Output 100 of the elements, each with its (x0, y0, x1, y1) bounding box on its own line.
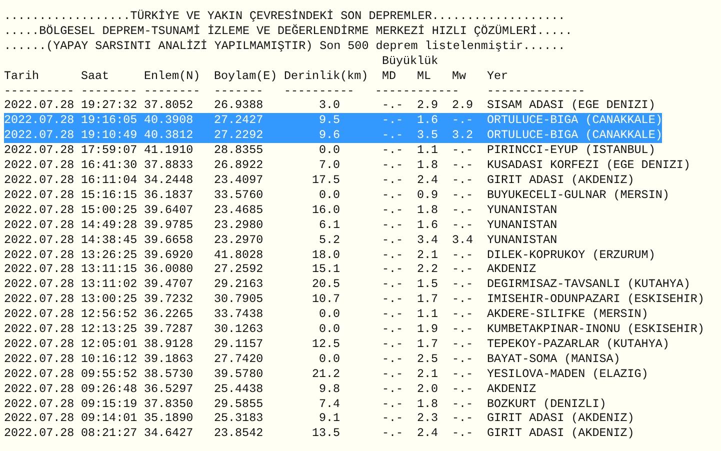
table-cell: 2.9 (452, 98, 473, 114)
table-cell: -.- (382, 366, 403, 382)
table-cell: 25.4438 (214, 382, 263, 397)
table-cell: -.- (382, 262, 403, 278)
table-cell: 36.1837 (144, 188, 193, 203)
table-cell: -.- (452, 426, 473, 442)
table-cell: 37.8833 (144, 158, 193, 173)
table-cell-text: 3.0 (318, 98, 340, 114)
table-cell: 2022.07.28 (4, 292, 74, 308)
table-cell: 28.8355 (214, 143, 263, 158)
table-cell: 23.4097 (214, 172, 263, 188)
table-row[interactable]: 2022.07.28 13:11:02 39.4707 29.2163 20.5 -.- 1.5 -.- DEGIRMISAZ-TAVSANLI (KUTAHYA) (4, 277, 690, 292)
table-cell: 2022.07.28 (4, 202, 74, 218)
table-cell: 1.8 (417, 396, 438, 412)
table-cell: 2022.07.28 (4, 98, 74, 114)
table-row[interactable]: 2022.07.28 12:05:01 38.9128 29.1157 12.5 -.- 1.7 -.- TEPEKOY-PAZARLAR (KUTAHYA) (4, 336, 670, 352)
table-cell: IMISEHIR-ODUNPAZARI (ESKISEHIR) (487, 292, 704, 308)
table-cell: 2022.07.28 (4, 322, 74, 337)
table-cell: -.- (382, 143, 403, 158)
table-row[interactable]: 2022.07.28 19:27:32 37.8052 26.9388 3.0 -.- 2.9 2.9 SISAM ADASI (EGE DENIZI) (4, 98, 656, 114)
table-cell-text: 21.2 (310, 366, 340, 382)
table-row[interactable]: 2022.07.28 08:21:27 34.6427 23.8542 13.5 -.- 2.4 -.- GIRIT ADASI (AKDENIZ) (4, 426, 634, 442)
table-row[interactable]: 2022.07.28 09:55:52 38.5730 39.5780 21.2 -.- 2.1 -.- YESILOVA-MADEN (ELAZIG) (4, 366, 648, 382)
table-row[interactable]: 2022.07.28 13:26:25 39.6920 41.8028 18.0 -.- 2.1 -.- DILEK-KOPRUKOY (ERZURUM) (4, 248, 656, 262)
table-cell-text: 10.7 (310, 292, 340, 308)
table-row[interactable]: 2022.07.28 17:59:07 41.1910 28.8355 0.0 -.- 1.1 -.- PIRINCCI-EYUP (ISTANBUL) (4, 143, 656, 158)
column-header: Tarih (4, 68, 40, 84)
table-row[interactable]: 2022.07.28 13:11:15 36.0080 27.2592 15.1 -.- 2.2 -.- AKDENIZ (4, 262, 536, 278)
table-cell: 09:15:19 (81, 396, 137, 412)
table-cell: 38.5730 (144, 366, 193, 382)
table-cell: 2022.07.28 (4, 172, 74, 188)
table-cell: 1.6 (417, 113, 438, 128)
table-row[interactable]: 2022.07.28 10:16:12 39.1863 27.7420 0.0 -.- 2.5 -.- BAYAT-SOMA (MANISA) (4, 352, 620, 367)
table-row[interactable]: 2022.07.28 16:11:04 34.2448 23.4097 17.5 -.- 2.4 -.- GIRIT ADASI (AKDENIZ) (4, 172, 634, 188)
table-row[interactable]: 2022.07.28 15:16:15 36.1837 33.5760 0.0 -.- 0.9 -.- BUYUKECELI-GULNAR (MERSIN) (4, 188, 670, 203)
table-row[interactable]: 2022.07.28 09:26:48 36.5297 25.4438 9.8 -.- 2.0 -.- AKDENIZ (4, 382, 536, 397)
table-cell: 30.1263 (214, 322, 263, 337)
table-row[interactable]: 2022.07.28 12:13:25 39.7287 30.1263 0.0 -.- 1.9 -.- KUMBETAKPINAR-INONU (ESKISEHIR) (4, 322, 704, 337)
table-cell: -.- (452, 307, 473, 322)
table-row[interactable]: 2022.07.28 15:00:25 39.6407 23.4685 16.0 -.- 1.8 -.- YUNANISTAN (4, 202, 558, 218)
table-cell: -.- (452, 172, 473, 188)
table-cell: 25.3183 (214, 411, 263, 426)
dash-rule: -------------- (487, 84, 585, 98)
table-cell: 12:13:25 (81, 322, 137, 337)
table-cell: 0.9 (417, 188, 438, 203)
table-cell: ORTULUCE-BIGA (CANAKKALE) (487, 113, 662, 128)
table-cell: 2022.07.28 (4, 218, 74, 233)
table-cell: -.- (382, 218, 403, 233)
table-cell: YESILOVA-MADEN (ELAZIG) (487, 366, 648, 382)
table-cell: 19:16:05 (81, 113, 137, 128)
table-cell: -.- (452, 218, 473, 233)
table-cell-text: 17.5 (310, 172, 340, 188)
table-cell: 14:38:45 (81, 232, 137, 248)
table-cell: 33.7438 (214, 307, 263, 322)
table-cell: 2022.07.28 (4, 158, 74, 173)
table-cell: -.- (382, 158, 403, 173)
table-cell-text: 15.1 (310, 262, 340, 278)
table-cell-text: 7.4 (318, 396, 340, 412)
table-cell-text: 0.0 (318, 352, 340, 367)
column-header: Mw (452, 68, 466, 84)
table-cell: -.- (452, 322, 473, 337)
table-cell: 13:26:25 (81, 248, 137, 262)
table-row[interactable]: 2022.07.28 09:15:19 37.8350 29.5855 7.4 -.- 1.8 -.- BOZKURT (DENIZLI) (4, 396, 606, 412)
table-cell: 2022.07.28 (4, 352, 74, 367)
table-row[interactable]: 2022.07.28 14:49:28 39.9785 23.2980 6.1 -.- 1.6 -.- YUNANISTAN (4, 218, 558, 233)
table-cell: 29.2163 (214, 277, 263, 292)
table-cell: 1.7 (417, 292, 438, 308)
table-cell: 1.7 (417, 336, 438, 352)
table-cell: 1.1 (417, 143, 438, 158)
table-row[interactable]: 2022.07.28 14:38:45 39.6658 23.2970 5.2 -.- 3.4 3.4 YUNANISTAN (4, 232, 558, 248)
table-cell: 29.5855 (214, 396, 263, 412)
table-cell: -.- (382, 426, 403, 442)
table-cell: 1.1 (417, 307, 438, 322)
table-cell: BOZKURT (DENIZLI) (487, 396, 606, 412)
table-row[interactable]: 2022.07.28 13:00:25 39.7232 30.7905 10.7 -.- 1.7 -.- IMISEHIR-ODUNPAZARI (ESKISEHIR) (4, 292, 704, 308)
table-row[interactable]: 2022.07.28 12:56:52 36.2265 33.7438 0.0 -.- 1.1 -.- AKDERE-SILIFKE (MERSIN) (4, 307, 648, 322)
table-cell: -.- (382, 411, 403, 426)
table-cell: -.- (382, 188, 403, 203)
table-cell: -.- (452, 292, 473, 308)
table-cell: 2022.07.28 (4, 396, 74, 412)
column-header: Enlem(N) (144, 68, 200, 84)
table-cell: 13:11:15 (81, 262, 137, 278)
table-cell: 3.4 (452, 232, 473, 248)
table-cell: 3.5 (417, 128, 438, 144)
table-row[interactable]: 2022.07.28 16:41:30 37.8833 26.8922 7.0 -.- 1.8 -.- KUSADASI KORFEZI (EGE DENIZI) (4, 158, 690, 173)
table-cell: 26.8922 (214, 158, 263, 173)
title-line: ......(YAPAY SARSINTI ANALİZİ YAPILMAMIŞTIR) Son 500 deprem listelenmiştir...... (4, 38, 566, 53)
table-cell-text: 9.8 (318, 382, 340, 397)
table-row[interactable]: 2022.07.28 09:14:01 35.1890 25.3183 9.1 -.- 2.3 -.- GIRIT ADASI (AKDENIZ) (4, 411, 634, 426)
table-cell: 19:27:32 (81, 98, 137, 114)
table-cell: 19:10:49 (81, 128, 137, 144)
table-cell: 09:55:52 (81, 366, 137, 382)
table-cell: 2022.07.28 (4, 188, 74, 203)
table-cell: -.- (452, 262, 473, 278)
table-cell: 37.8052 (144, 98, 193, 114)
table-cell: -.- (382, 128, 403, 144)
table-cell: 2022.07.28 (4, 143, 74, 158)
table-cell: 39.7287 (144, 322, 193, 337)
table-cell: -.- (452, 188, 473, 203)
table-cell: -.- (382, 396, 403, 412)
